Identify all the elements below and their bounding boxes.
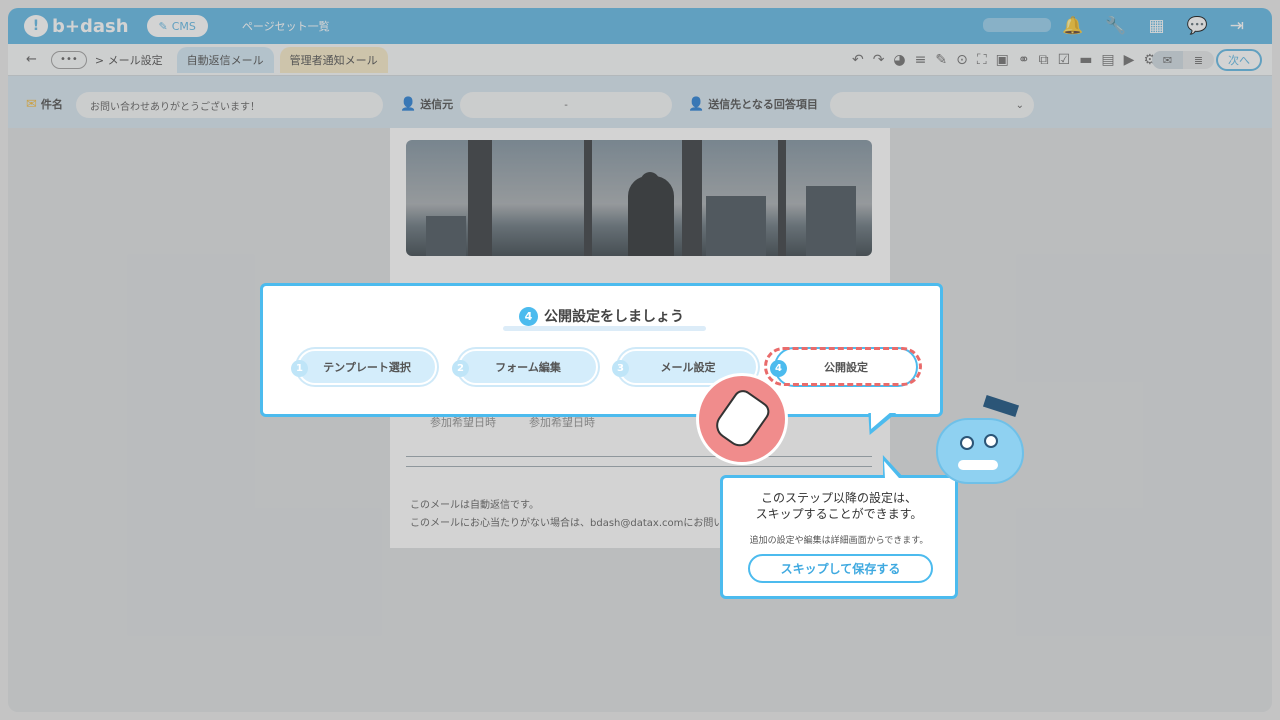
step-title: 4 公開設定をしましょう: [263, 306, 940, 326]
tip-line-2: スキップすることができます。: [755, 507, 923, 521]
step-template-select[interactable]: 1 テンプレート選択: [291, 349, 437, 385]
mascot-body: [936, 418, 1024, 484]
step-label: メール設定: [660, 361, 716, 374]
hand-shape: [710, 386, 774, 452]
skip-tooltip: このステップ以降の設定は、 スキップすることができます。 追加の設定や編集は詳細…: [720, 475, 958, 599]
step-label: フォーム編集: [495, 361, 561, 374]
skip-and-save-button[interactable]: スキップして保存する: [748, 554, 933, 583]
mascot-eye: [984, 434, 998, 448]
pointing-hand-icon: [696, 373, 788, 465]
step-title-text: 公開設定をしましょう: [544, 309, 684, 325]
step-label: テンプレート選択: [323, 361, 411, 374]
step-number: 3: [612, 360, 629, 377]
mascot-mustache: [958, 460, 998, 470]
current-step-highlight: [764, 347, 922, 386]
tip-main-text: このステップ以降の設定は、 スキップすることができます。: [723, 490, 955, 522]
tip-sub-text: 追加の設定や編集は詳細画面からできます。: [749, 536, 929, 546]
step-number: 2: [452, 360, 469, 377]
tip-line-1: このステップ以降の設定は、: [760, 491, 917, 505]
step-form-edit[interactable]: 2 フォーム編集: [452, 349, 598, 385]
title-underline: [503, 326, 706, 331]
mascot-eye: [960, 436, 974, 450]
step-title-number: 4: [519, 306, 538, 326]
mascot-icon: [936, 395, 1030, 492]
step-number: 1: [291, 360, 308, 377]
